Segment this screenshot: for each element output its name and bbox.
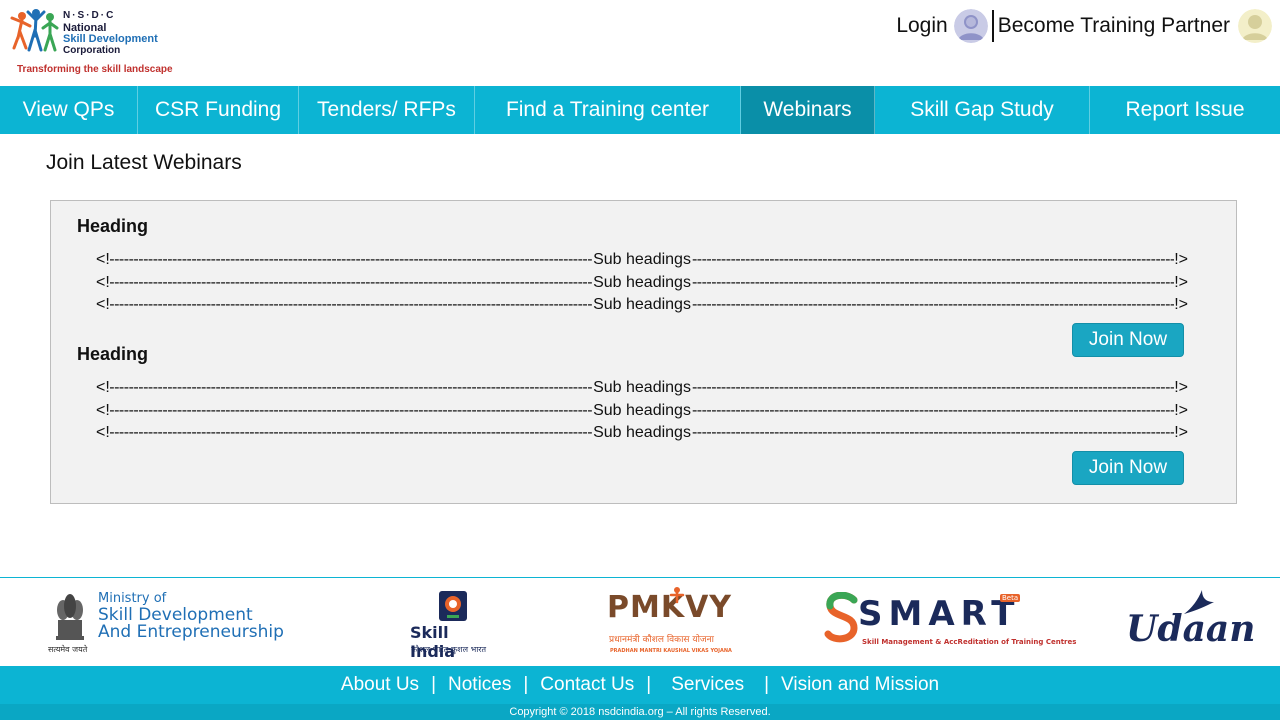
- footer-nav: About Us | Notices | Contact Us | Servic…: [0, 666, 1280, 704]
- smart-logo[interactable]: SMART Beta Skill Management & AccReditat…: [824, 590, 1076, 654]
- account-links: Login Become Training Partner: [896, 8, 1272, 44]
- webinar-subheading: <!Sub headings!>: [96, 422, 1188, 444]
- footer-separator: |: [764, 674, 770, 695]
- logo-tagline: Transforming the skill landscape: [17, 64, 173, 75]
- copyright-text: Copyright © 2018 nsdcindia.org – All rig…: [0, 704, 1280, 720]
- skill-india-logo[interactable]: Skill India कौशल भारत-कुशल भारत: [408, 588, 498, 661]
- footer-link-notices[interactable]: Notices: [448, 674, 511, 696]
- become-training-partner-link[interactable]: Become Training Partner: [998, 14, 1230, 38]
- login-link[interactable]: Login: [896, 14, 947, 38]
- footer-link-about-us[interactable]: About Us: [341, 674, 419, 696]
- footer-separator: |: [523, 674, 529, 695]
- main-nav: View QPs CSR Funding Tenders/ RFPs Find …: [0, 86, 1280, 134]
- nav-report-issue[interactable]: Report Issue: [1090, 86, 1280, 134]
- nav-tenders-rfps[interactable]: Tenders/ RFPs: [299, 86, 475, 134]
- footer-link-contact-us[interactable]: Contact Us: [540, 674, 634, 696]
- footer-link-services[interactable]: Services: [671, 674, 744, 696]
- header-divider: [991, 10, 994, 42]
- site-header: N·S·D·C National Skill Development Corpo…: [0, 0, 1280, 86]
- nav-find-training-center[interactable]: Find a Training center: [475, 86, 741, 134]
- nav-webinars[interactable]: Webinars: [741, 86, 875, 134]
- pmkvy-figure-icon: [669, 587, 685, 604]
- webinar-subheading: <!Sub headings!>: [96, 400, 1188, 422]
- join-now-button[interactable]: Join Now: [1072, 323, 1184, 357]
- login-avatar-icon[interactable]: [953, 9, 988, 43]
- nav-csr-funding[interactable]: CSR Funding: [138, 86, 299, 134]
- webinar-subheading: <!Sub headings!>: [96, 272, 1188, 294]
- webinar-subheading: <!Sub headings!>: [96, 294, 1188, 316]
- webinar-list: Heading <!Sub headings!> <!Sub headings!…: [50, 200, 1237, 504]
- nsdc-logo-text: N·S·D·C National Skill Development Corpo…: [63, 10, 158, 57]
- pmkvy-logo[interactable]: PMKVY प्रधानमंत्री कौशल विकास योजना PRAD…: [605, 586, 732, 660]
- logo-abbr: N·S·D·C: [63, 10, 116, 21]
- webinar-subheading: <!Sub headings!>: [96, 377, 1188, 399]
- footer-link-vision-mission[interactable]: Vision and Mission: [781, 674, 939, 696]
- logo-line-2: Skill Development: [63, 33, 158, 45]
- webinar-heading: Heading: [77, 216, 149, 236]
- page-title: Join Latest Webinars: [46, 151, 242, 174]
- webinar-heading: Heading: [77, 344, 149, 364]
- partner-avatar-icon[interactable]: [1238, 9, 1272, 43]
- footer-separator: |: [646, 674, 652, 695]
- skill-india-emblem-icon: [439, 591, 467, 621]
- webinar-subheading: <!Sub headings!>: [96, 249, 1188, 271]
- logo-line-3: Corporation: [63, 45, 121, 56]
- nav-skill-gap-study[interactable]: Skill Gap Study: [875, 86, 1090, 134]
- ministry-logo[interactable]: सत्यमेव जयते Ministry of Skill Developme…: [48, 588, 298, 658]
- partner-logos: सत्यमेव जयते Ministry of Skill Developme…: [0, 578, 1280, 666]
- nav-view-qps[interactable]: View QPs: [0, 86, 138, 134]
- udaan-logo[interactable]: Udaan: [1124, 586, 1255, 660]
- join-now-button[interactable]: Join Now: [1072, 451, 1184, 485]
- national-emblem-icon: [56, 594, 84, 640]
- nsdc-figures-icon: [10, 9, 59, 52]
- smart-s-icon: [824, 592, 858, 643]
- nsdc-logo[interactable]: N·S·D·C National Skill Development Corpo…: [10, 8, 173, 80]
- footer-separator: |: [431, 674, 436, 695]
